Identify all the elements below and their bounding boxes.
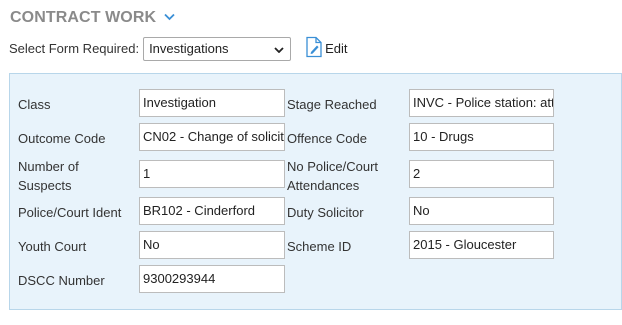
no-attendances-label-line2: Attendances [287,178,360,193]
duty-solicitor-field[interactable]: No [409,197,554,225]
scheme-id-field[interactable]: 2015 - Gloucester [409,231,554,259]
section-title: CONTRACT WORK [10,9,157,26]
police-court-ident-label: Police/Court Ident [18,205,122,220]
class-field[interactable]: Investigation [139,89,285,117]
outcome-code-field[interactable]: CN02 - Change of solicitor [139,123,285,151]
section-header: CONTRACT WORK [10,9,175,27]
offence-code-field[interactable]: 10 - Drugs [409,123,554,151]
class-label: Class [18,97,51,112]
select-form-label: Select Form Required: [9,41,140,56]
investigation-details-panel: Class Investigation Stage Reached INVC -… [9,73,622,310]
scheme-id-label: Scheme ID [287,239,352,254]
youth-court-label: Youth Court [18,239,87,254]
form-select-dropdown[interactable]: Investigations [143,36,292,61]
no-attendances-field[interactable]: 2 [409,160,554,188]
edit-document-icon [305,36,323,61]
number-of-suspects-label: Number of Suspects [18,157,79,195]
dscc-number-field[interactable]: 9300293944 [139,265,285,293]
dscc-number-label: DSCC Number [18,273,105,288]
duty-solicitor-label: Duty Solicitor [287,205,364,220]
form-select-row: Select Form Required: Investigations Edi… [9,36,347,61]
edit-button[interactable]: Edit [305,36,347,61]
stage-reached-field[interactable]: INVC - Police station: attendance [409,89,554,117]
number-of-suspects-label-line2: Suspects [18,178,72,193]
form-select-value: Investigations [149,41,229,56]
caret-down-icon [274,41,284,56]
number-of-suspects-field[interactable]: 1 [139,160,285,188]
no-attendances-label: No Police/Court Attendances [287,157,378,195]
stage-reached-label: Stage Reached [287,97,377,112]
edit-label: Edit [325,41,348,56]
police-court-ident-field[interactable]: BR102 - Cinderford [139,197,285,225]
outcome-code-label: Outcome Code [18,131,106,146]
youth-court-field[interactable]: No [139,231,285,259]
chevron-down-icon[interactable] [164,8,175,26]
number-of-suspects-label-line1: Number of [18,159,79,174]
no-attendances-label-line1: No Police/Court [287,159,379,174]
offence-code-label: Offence Code [287,131,367,146]
